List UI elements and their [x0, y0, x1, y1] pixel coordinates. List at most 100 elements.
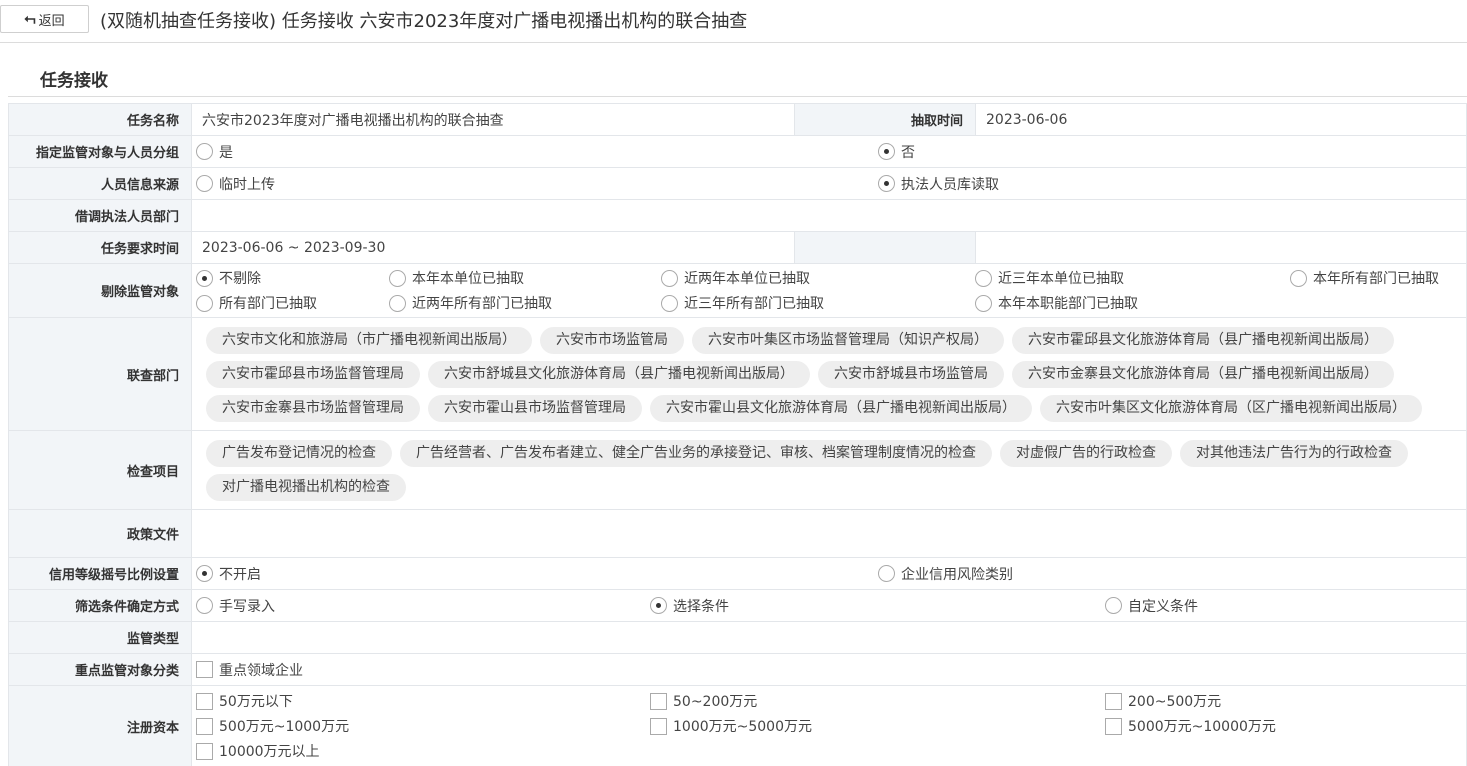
dept-tag: 六安市霍山县市场监督管理局 — [428, 394, 642, 422]
filter-custom-radio[interactable]: 自定义条件 — [1105, 596, 1466, 616]
dept-tag: 六安市文化和旅游局（市广播电视新闻出版局） — [206, 326, 532, 354]
key-class-checkbox[interactable]: 重点领域企业 — [196, 660, 303, 680]
check-item-tag: 对其他违法广告行为的行政检查 — [1180, 439, 1408, 467]
row-borrow-dept: 借调执法人员部门 — [8, 199, 1467, 232]
checkbox-icon — [196, 742, 213, 760]
exclude-options: 不剔除 本年本单位已抽取 近两年本单位已抽取 近三年本单位已抽取 本年所有部门已… — [196, 265, 1466, 316]
period-label: 任务要求时间 — [8, 231, 192, 264]
exclude-option[interactable]: 所有部门已抽取 — [196, 293, 389, 313]
exclude-option[interactable]: 本年所有部门已抽取 — [1290, 268, 1466, 288]
key-class-label: 重点监管对象分类 — [8, 653, 192, 686]
period-value: 2023-06-06 ~ 2023-09-30 — [191, 231, 795, 264]
supervise-type-label: 监管类型 — [8, 621, 192, 654]
dept-tag: 六安市霍邱县文化旅游体育局（县广播电视新闻出版局） — [1012, 326, 1394, 354]
checkbox-icon — [650, 717, 667, 735]
exclude-option[interactable]: 近三年所有部门已抽取 — [661, 293, 975, 313]
filter-select-radio[interactable]: 选择条件 — [650, 596, 1105, 616]
check-item-tag: 广告发布登记情况的检查 — [206, 439, 392, 467]
exclude-option[interactable]: 近三年本单位已抽取 — [975, 268, 1290, 288]
capital-checkbox[interactable]: 500万元~1000万元 — [196, 716, 650, 736]
radio-icon — [196, 143, 213, 160]
task-form: 任务名称 六安市2023年度对广播电视播出机构的联合抽查 抽取时间 2023-0… — [8, 103, 1467, 766]
assign-yes-radio[interactable]: 是 — [196, 142, 878, 162]
draw-time-label: 抽取时间 — [794, 103, 976, 136]
capital-checkbox[interactable]: 50~200万元 — [650, 691, 1105, 711]
radio-icon — [1105, 597, 1122, 614]
check-item-tag: 对广播电视播出机构的检查 — [206, 473, 406, 501]
capital-checkbox[interactable]: 50万元以下 — [196, 691, 650, 711]
capital-options: 50万元以下 50~200万元 200~500万元 500万元~1000万元 1… — [196, 686, 1466, 766]
radio-icon — [878, 565, 895, 582]
capital-checkbox[interactable]: 5000万元~10000万元 — [1105, 716, 1466, 736]
borrow-dept-value — [191, 199, 1467, 232]
capital-label: 注册资本 — [8, 685, 192, 766]
dept-tag: 六安市叶集区市场监督管理局（知识产权局） — [692, 326, 1004, 354]
check-item-tag: 对虚假广告的行政检查 — [1000, 439, 1172, 467]
staff-temp-radio[interactable]: 临时上传 — [196, 174, 878, 194]
exclude-label: 剔除监管对象 — [8, 263, 192, 318]
supervise-type-value — [191, 621, 1467, 654]
exclude-option[interactable]: 近两年所有部门已抽取 — [389, 293, 661, 313]
radio-checked-icon — [878, 175, 895, 192]
joint-label: 联查部门 — [8, 317, 192, 431]
dept-tag: 六安市金寨县市场监督管理局 — [206, 394, 420, 422]
policy-value — [191, 509, 1467, 558]
empty-label-cell — [794, 231, 976, 264]
row-assign: 指定监管对象与人员分组 是 否 — [8, 135, 1467, 168]
task-name-value: 六安市2023年度对广播电视播出机构的联合抽查 — [191, 103, 795, 136]
row-check-items: 检查项目 广告发布登记情况的检查 广告经营者、广告发布者建立、健全广告业务的承接… — [8, 430, 1467, 510]
radio-icon — [389, 269, 406, 287]
radio-checked-icon — [196, 565, 213, 582]
capital-checkbox[interactable]: 200~500万元 — [1105, 691, 1466, 711]
filter-manual-radio[interactable]: 手写录入 — [196, 596, 650, 616]
radio-icon — [975, 294, 992, 312]
row-period: 任务要求时间 2023-06-06 ~ 2023-09-30 — [8, 231, 1467, 264]
check-item-tag: 广告经营者、广告发布者建立、健全广告业务的承接登记、审核、档案管理制度情况的检查 — [400, 439, 992, 467]
row-key-class: 重点监管对象分类 重点领域企业 — [8, 653, 1467, 686]
policy-label: 政策文件 — [8, 509, 192, 558]
staff-db-radio[interactable]: 执法人员库读取 — [878, 174, 1466, 194]
checkbox-icon — [1105, 717, 1122, 735]
exclude-option[interactable]: 本年本职能部门已抽取 — [975, 293, 1290, 313]
assign-no-radio[interactable]: 否 — [878, 142, 1466, 162]
credit-risk-radio[interactable]: 企业信用风险类别 — [878, 564, 1466, 584]
section-title: 任务接收 — [40, 71, 108, 91]
dept-tag: 六安市霍山县文化旅游体育局（县广播电视新闻出版局） — [650, 394, 1032, 422]
items-label: 检查项目 — [8, 430, 192, 510]
joint-dept-tags: 六安市文化和旅游局（市广播电视新闻出版局） 六安市市场监管局 六安市叶集区市场监… — [202, 321, 1466, 428]
radio-icon — [196, 175, 213, 192]
credit-label: 信用等级摇号比例设置 — [8, 557, 192, 590]
dept-tag: 六安市舒城县市场监管局 — [818, 360, 1004, 388]
radio-icon — [196, 597, 213, 614]
task-name-label: 任务名称 — [8, 103, 192, 136]
credit-off-radio[interactable]: 不开启 — [196, 564, 878, 584]
radio-icon — [661, 269, 678, 287]
page-title: (双随机抽查任务接收) 任务接收 六安市2023年度对广播电视播出机构的联合抽查 — [100, 11, 748, 32]
back-label: 返回 — [38, 13, 65, 29]
capital-checkbox[interactable]: 10000万元以上 — [196, 741, 650, 761]
radio-icon — [661, 294, 678, 312]
exclude-option[interactable]: 不剔除 — [196, 268, 389, 288]
draw-time-value: 2023-06-06 — [975, 103, 1467, 136]
staff-source-label: 人员信息来源 — [8, 167, 192, 200]
radio-icon — [975, 269, 992, 287]
back-button[interactable]: ⮢ 返回 — [0, 5, 89, 33]
row-joint-depts: 联查部门 六安市文化和旅游局（市广播电视新闻出版局） 六安市市场监管局 六安市叶… — [8, 317, 1467, 431]
radio-checked-icon — [196, 269, 213, 287]
checkbox-icon — [196, 661, 213, 678]
row-credit: 信用等级摇号比例设置 不开启 企业信用风险类别 — [8, 557, 1467, 590]
row-capital: 注册资本 50万元以下 50~200万元 200~500万元 500万元~100… — [8, 685, 1467, 766]
checkbox-icon — [1105, 692, 1122, 710]
borrow-dept-label: 借调执法人员部门 — [8, 199, 192, 232]
radio-checked-icon — [878, 143, 895, 160]
radio-icon — [1290, 269, 1307, 287]
exclude-option[interactable]: 近两年本单位已抽取 — [661, 268, 975, 288]
row-supervise-type: 监管类型 — [8, 621, 1467, 654]
row-task-name: 任务名称 六安市2023年度对广播电视播出机构的联合抽查 抽取时间 2023-0… — [8, 103, 1467, 136]
exclude-option[interactable]: 本年本单位已抽取 — [389, 268, 661, 288]
capital-checkbox[interactable]: 1000万元~5000万元 — [650, 716, 1105, 736]
row-staff-source: 人员信息来源 临时上传 执法人员库读取 — [8, 167, 1467, 200]
section-divider — [8, 96, 1467, 97]
row-exclude: 剔除监管对象 不剔除 本年本单位已抽取 近两年本单位已抽取 近三年本单位已抽取 … — [8, 263, 1467, 318]
radio-icon — [389, 294, 406, 312]
